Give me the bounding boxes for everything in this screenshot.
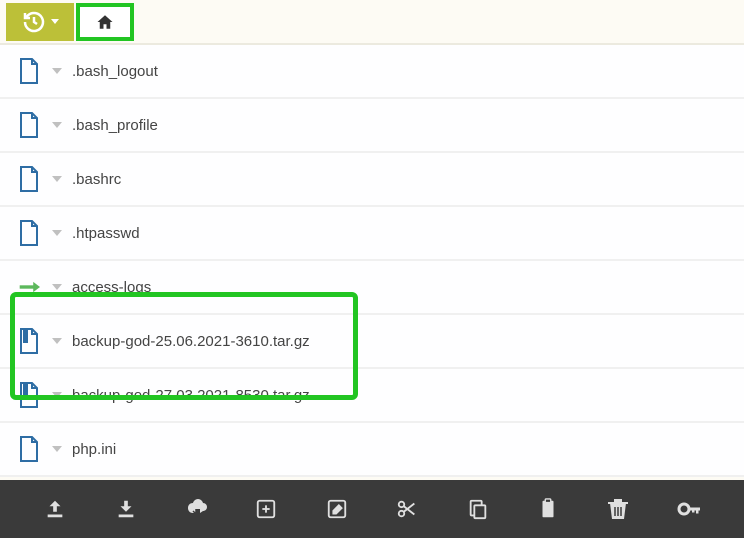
symlink-icon	[18, 273, 40, 301]
home-icon	[95, 13, 115, 31]
filename-label: .bash_profile	[72, 117, 158, 134]
file-row[interactable]: backup-god-27.03.2021-8530.tar.gz	[0, 369, 744, 423]
new-button[interactable]	[250, 493, 282, 525]
chevron-down-icon[interactable]	[52, 284, 62, 290]
copy-button[interactable]	[462, 493, 494, 525]
delete-button[interactable]	[602, 493, 634, 525]
chevron-down-icon[interactable]	[52, 122, 62, 128]
filename-label: php.ini	[72, 441, 116, 458]
file-icon	[18, 111, 40, 139]
filename-label: access-logs	[72, 279, 151, 296]
download-button[interactable]	[110, 493, 142, 525]
chevron-down-icon[interactable]	[52, 338, 62, 344]
file-row[interactable]: backup-god-25.06.2021-3610.tar.gz	[0, 315, 744, 369]
file-icon	[18, 435, 40, 463]
upload-icon	[44, 498, 66, 520]
chevron-down-icon[interactable]	[52, 230, 62, 236]
filename-label: .bash_logout	[72, 63, 158, 80]
file-row[interactable]: access-logs	[0, 261, 744, 315]
file-row[interactable]: .bashrc	[0, 153, 744, 207]
download-icon	[115, 498, 137, 520]
scissors-icon	[396, 498, 418, 520]
trash-icon	[608, 498, 628, 520]
home-button[interactable]	[76, 3, 134, 41]
plus-square-icon	[255, 498, 277, 520]
cut-button[interactable]	[391, 493, 423, 525]
upload-button[interactable]	[39, 493, 71, 525]
paste-button[interactable]	[532, 493, 564, 525]
file-row[interactable]: php.ini	[0, 423, 744, 477]
bottom-toolbar	[0, 480, 744, 538]
copy-icon	[467, 498, 489, 520]
file-row[interactable]: .bash_logout	[0, 45, 744, 99]
caret-down-icon	[51, 19, 59, 24]
archive-icon	[18, 327, 40, 355]
paste-icon	[537, 498, 559, 520]
file-icon	[18, 57, 40, 85]
filename-label: .bashrc	[72, 171, 121, 188]
key-icon	[677, 498, 701, 520]
file-icon	[18, 219, 40, 247]
edit-button[interactable]	[321, 493, 353, 525]
history-icon	[22, 10, 46, 34]
file-row[interactable]: .bash_profile	[0, 99, 744, 153]
chevron-down-icon[interactable]	[52, 68, 62, 74]
history-button[interactable]	[6, 3, 74, 41]
file-list: .bash_logout .bash_profile .bashrc .htpa…	[0, 45, 744, 477]
filename-label: backup-god-25.06.2021-3610.tar.gz	[72, 333, 310, 350]
topbar	[0, 0, 744, 45]
file-row[interactable]: .htpasswd	[0, 207, 744, 261]
filename-label: backup-god-27.03.2021-8530.tar.gz	[72, 387, 310, 404]
filename-label: .htpasswd	[72, 225, 140, 242]
chevron-down-icon[interactable]	[52, 446, 62, 452]
chevron-down-icon[interactable]	[52, 176, 62, 182]
permissions-button[interactable]	[673, 493, 705, 525]
file-icon	[18, 165, 40, 193]
cloud-download-icon	[184, 499, 208, 519]
edit-icon	[326, 498, 348, 520]
chevron-down-icon[interactable]	[52, 392, 62, 398]
cloud-download-button[interactable]	[180, 493, 212, 525]
archive-icon	[18, 381, 40, 409]
